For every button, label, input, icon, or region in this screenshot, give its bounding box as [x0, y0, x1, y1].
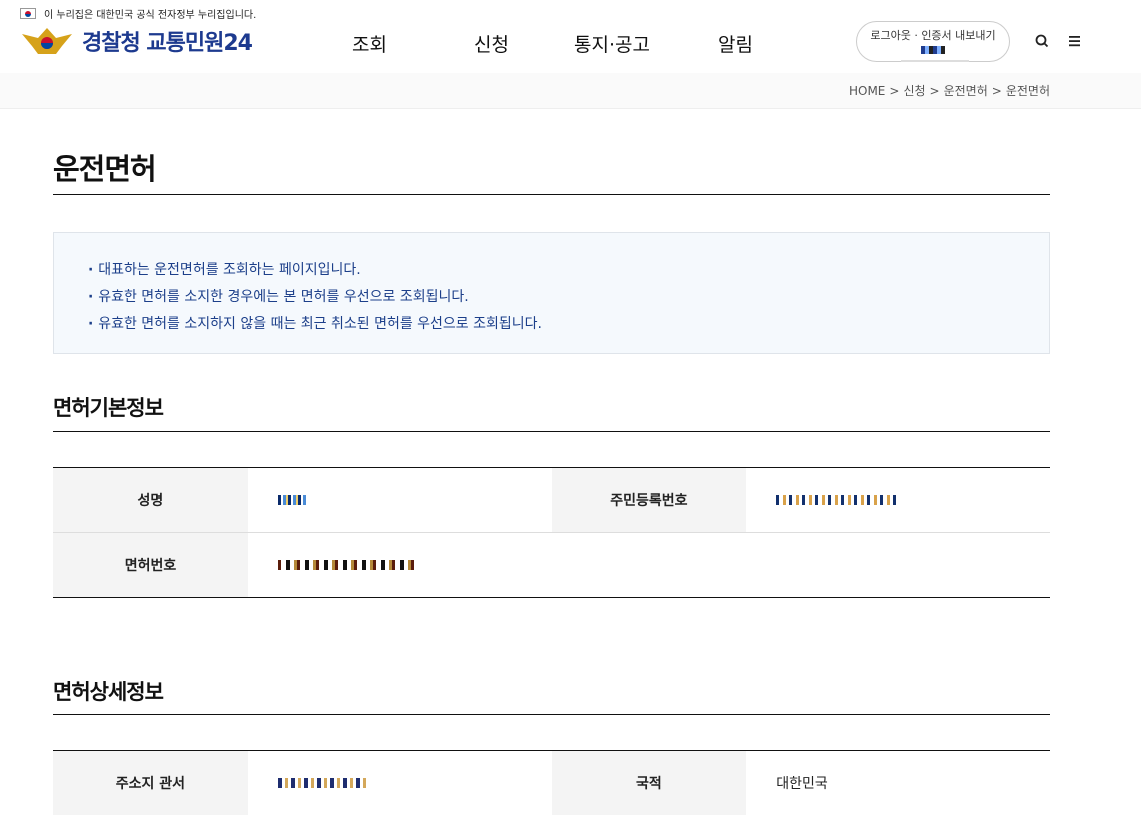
detail-info-title: 면허상세정보: [53, 680, 164, 704]
nationality-label: 국적: [551, 751, 747, 815]
rrn-label: 주민등록번호: [551, 468, 747, 532]
notice-item: 대표하는 운전면허를 조회하는 페이지입니다.: [88, 257, 1049, 284]
basic-info-title: 면허기본정보: [53, 396, 164, 420]
rrn-redacted: [776, 495, 897, 505]
notice-item: 유효한 면허를 소지한 경우에는 본 면허를 우선으로 조회됩니다.: [88, 284, 1049, 311]
breadcrumb-current: 운전면허: [1005, 84, 1050, 98]
site-header: 경찰청 교통민원24 조회 신청 통지·공고 알림 로그아웃 · 인증서 내보내…: [0, 0, 1141, 74]
breadcrumb-home[interactable]: HOME: [849, 84, 885, 98]
police-emblem-icon: [20, 24, 74, 58]
breadcrumb-apply[interactable]: 신청: [903, 84, 925, 98]
table-row: 성명 주민등록번호: [53, 468, 1050, 533]
basic-info-table: 성명 주민등록번호 면허번호: [53, 467, 1050, 598]
rrn-value: [746, 468, 1050, 532]
notice-item: 유효한 면허를 소지하지 않을 때는 최근 취소된 면허를 우선으로 조회됩니다…: [88, 311, 1049, 338]
page-title: 운전면허: [53, 152, 157, 186]
nav-item-apply[interactable]: 신청: [474, 30, 509, 57]
search-icon[interactable]: [1034, 33, 1050, 49]
name-redacted: [277, 495, 306, 505]
nav-item-inquiry[interactable]: 조회: [352, 30, 387, 57]
license-no-value: [248, 533, 1050, 597]
user-name-redacted: [921, 46, 945, 54]
nav-item-notice[interactable]: 통지·공고: [574, 30, 650, 57]
breadcrumb: HOME > 신청 > 운전면허 > 운전면허: [848, 84, 1050, 98]
logout-export-button[interactable]: 로그아웃 · 인증서 내보내기: [856, 21, 1010, 62]
license-no-label: 면허번호: [53, 533, 248, 597]
nationality-value: 대한민국: [776, 776, 828, 792]
detail-info-table: 주소지 관서 국적 대한민국: [53, 750, 1050, 815]
license-no-redacted: [278, 560, 418, 570]
name-value: [248, 468, 552, 532]
table-row: 면허번호: [53, 533, 1050, 597]
breadcrumb-bar: HOME > 신청 > 운전면허 > 운전면허: [0, 73, 1141, 109]
site-logo[interactable]: 경찰청 교통민원24: [20, 24, 253, 58]
title-divider: [53, 194, 1050, 195]
jurisdiction-redacted: [277, 778, 366, 788]
jurisdiction-label: 주소지 관서: [53, 751, 248, 815]
menu-icon[interactable]: [1067, 33, 1083, 49]
basic-info-divider: [53, 431, 1050, 432]
logout-label: 로그아웃 · 인증서 내보내기: [870, 29, 996, 42]
table-row: 주소지 관서 국적 대한민국: [53, 751, 1050, 815]
nav-item-alerts[interactable]: 알림: [718, 30, 753, 57]
notice-box: 대표하는 운전면허를 조회하는 페이지입니다. 유효한 면허를 소지한 경우에는…: [53, 232, 1050, 354]
breadcrumb-license[interactable]: 운전면허: [944, 84, 988, 98]
detail-info-divider: [53, 714, 1050, 715]
jurisdiction-value: [248, 751, 552, 815]
name-label: 성명: [53, 468, 248, 532]
logo-text: 경찰청 교통민원24: [82, 31, 253, 56]
